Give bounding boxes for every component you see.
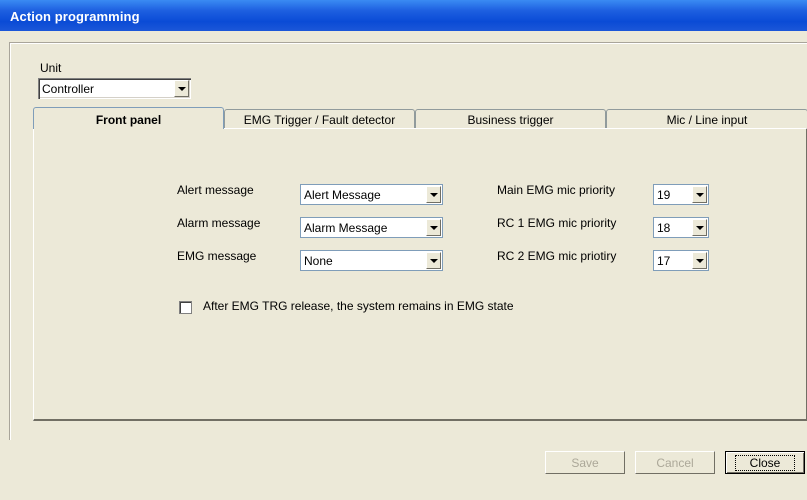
remain-emg-state-checkbox[interactable] bbox=[179, 301, 192, 314]
alarm-message-select[interactable]: Alarm Message bbox=[300, 217, 443, 238]
rc2-emg-mic-priority-select[interactable]: 17 bbox=[653, 250, 709, 271]
save-button[interactable]: Save bbox=[545, 451, 625, 474]
unit-select-value: Controller bbox=[42, 82, 95, 96]
front-panel-tab-panel bbox=[33, 128, 807, 421]
title-bar: Action programming bbox=[0, 0, 807, 31]
alert-message-value: Alert Message bbox=[304, 188, 381, 202]
alert-message-select[interactable]: Alert Message bbox=[300, 184, 443, 205]
tab-mic-line-input[interactable]: Mic / Line input bbox=[606, 109, 807, 128]
close-button[interactable]: Close bbox=[725, 451, 805, 474]
rc1-emg-mic-priority-value: 18 bbox=[657, 221, 671, 235]
close-button-label: Close bbox=[734, 455, 796, 471]
emg-message-label: EMG message bbox=[177, 249, 257, 263]
emg-message-select[interactable]: None bbox=[300, 250, 443, 271]
chevron-down-icon[interactable] bbox=[174, 80, 189, 97]
main-emg-mic-priority-label: Main EMG mic priority bbox=[497, 183, 616, 197]
tab-business-trigger-label: Business trigger bbox=[467, 113, 554, 127]
alarm-message-value: Alarm Message bbox=[304, 221, 388, 235]
tab-business-trigger[interactable]: Business trigger bbox=[415, 109, 606, 128]
remain-emg-state-label: After EMG TRG release, the system remain… bbox=[203, 299, 514, 313]
chevron-down-icon[interactable] bbox=[426, 219, 441, 236]
chevron-down-icon[interactable] bbox=[426, 252, 441, 269]
chevron-down-icon[interactable] bbox=[692, 186, 707, 203]
emg-message-value: None bbox=[304, 254, 333, 268]
alarm-message-label: Alarm message bbox=[177, 216, 261, 230]
main-emg-mic-priority-select[interactable]: 19 bbox=[653, 184, 709, 205]
cancel-button-label: Cancel bbox=[656, 456, 694, 470]
tab-front-panel[interactable]: Front panel bbox=[33, 107, 224, 129]
tab-front-panel-label: Front panel bbox=[95, 113, 162, 127]
cancel-button[interactable]: Cancel bbox=[635, 451, 715, 474]
unit-label: Unit bbox=[40, 61, 62, 75]
tab-mic-line-input-label: Mic / Line input bbox=[666, 113, 748, 127]
chevron-down-icon[interactable] bbox=[426, 186, 441, 203]
alert-message-label: Alert message bbox=[177, 183, 254, 197]
tab-emg-trigger[interactable]: EMG Trigger / Fault detector bbox=[224, 109, 415, 128]
main-emg-mic-priority-value: 19 bbox=[657, 188, 671, 202]
rc2-emg-mic-priority-label: RC 2 EMG mic priotiry bbox=[497, 249, 617, 263]
rc1-emg-mic-priority-label: RC 1 EMG mic priority bbox=[497, 216, 617, 230]
rc2-emg-mic-priority-value: 17 bbox=[657, 254, 671, 268]
save-button-label: Save bbox=[571, 456, 599, 470]
chevron-down-icon[interactable] bbox=[692, 219, 707, 236]
tab-emg-trigger-label: EMG Trigger / Fault detector bbox=[243, 113, 396, 127]
window-title: Action programming bbox=[10, 9, 140, 24]
rc1-emg-mic-priority-select[interactable]: 18 bbox=[653, 217, 709, 238]
unit-select[interactable]: Controller bbox=[38, 78, 191, 99]
chevron-down-icon[interactable] bbox=[692, 252, 707, 269]
